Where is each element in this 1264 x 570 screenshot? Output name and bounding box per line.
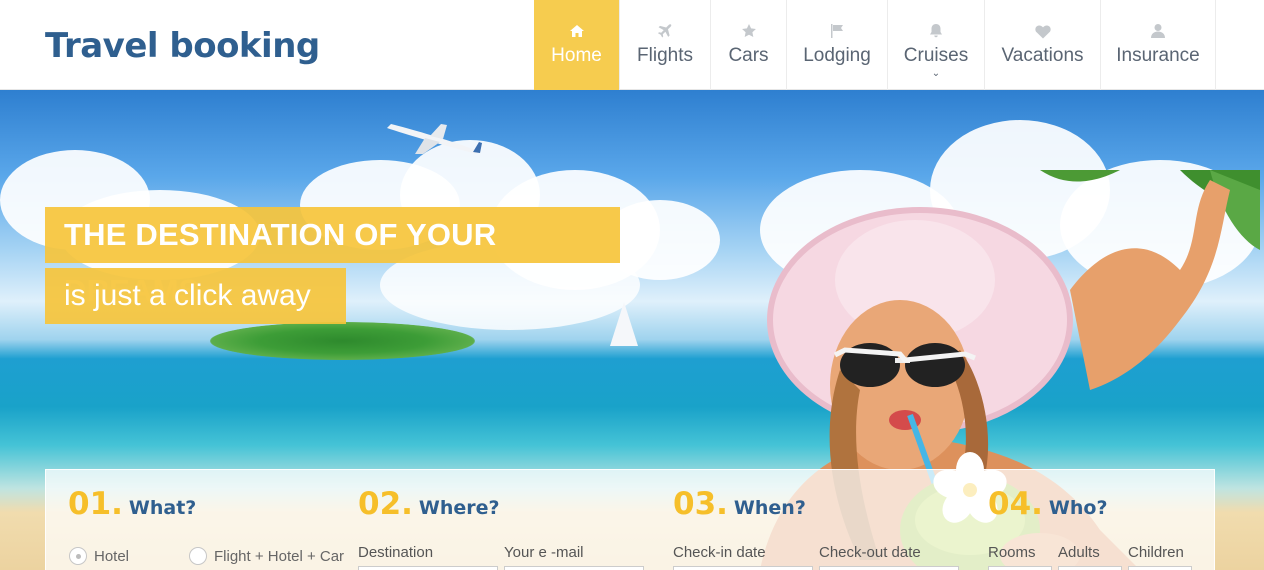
nav-label-insurance: Insurance [1116, 45, 1200, 66]
rooms-label: Rooms [988, 544, 1036, 561]
step-number: 02 [358, 486, 402, 522]
destination-field[interactable] [358, 566, 498, 570]
search-panel: 01. What? 02. Where? 03. When? 04. Who? … [45, 469, 1215, 570]
nav-label-cruises: Cruises [903, 45, 969, 66]
heart-icon [1033, 22, 1053, 40]
site-logo[interactable]: Travel booking [45, 26, 320, 66]
step-number: 01 [68, 486, 112, 522]
bell-icon [926, 22, 946, 40]
island-illustration [210, 322, 475, 360]
star-icon [739, 22, 759, 40]
nav-label-lodging: Lodging [803, 45, 871, 66]
main-nav: Home Flights Cars Lodging Cruises ⌄ Vaca… [534, 0, 1216, 90]
radio-flight-hotel-car[interactable] [189, 547, 207, 565]
step-where: 02. Where? [358, 486, 500, 522]
step-number: 04 [988, 486, 1032, 522]
step-number: 03 [673, 486, 717, 522]
email-field[interactable] [504, 566, 644, 570]
children-label: Children [1128, 544, 1184, 561]
hero-headline: THE DESTINATION OF YOUR DREAMS [45, 207, 620, 308]
chevron-down-icon: ⌄ [931, 68, 941, 79]
sailboat-illustration [610, 302, 638, 346]
nav-label-home: Home [551, 45, 602, 66]
step-what: 01. What? [68, 486, 197, 522]
checkout-label: Check-out date [819, 544, 921, 561]
hero-subline: is just a click away [45, 268, 346, 324]
hero-banner: THE DESTINATION OF YOUR DREAMS is just a… [0, 90, 1264, 570]
nav-label-cars: Cars [728, 45, 769, 66]
nav-item-vacations[interactable]: Vacations [985, 0, 1101, 90]
email-label: Your e -mail [504, 544, 584, 561]
children-select[interactable] [1128, 566, 1192, 570]
checkout-date-field[interactable] [819, 566, 959, 570]
step-title: When? [733, 497, 806, 519]
nav-item-home[interactable]: Home [534, 0, 620, 90]
step-title: Where? [418, 497, 500, 519]
adults-select[interactable] [1058, 566, 1122, 570]
step-title: What? [128, 497, 197, 519]
checkin-label: Check-in date [673, 544, 766, 561]
rooms-select[interactable] [988, 566, 1052, 570]
user-icon [1148, 22, 1168, 40]
nav-label-vacations: Vacations [1001, 45, 1084, 66]
nav-item-insurance[interactable]: Insurance [1101, 0, 1216, 90]
nav-label-flights: Flights [637, 45, 693, 66]
nav-item-flights[interactable]: Flights [620, 0, 711, 90]
site-header: Travel booking Home Flights Cars Lodging [0, 0, 1264, 90]
destination-label: Destination [358, 544, 434, 561]
radio-flight-hotel-car-label: Flight + Hotel + Car [214, 548, 345, 565]
step-when: 03. When? [673, 486, 806, 522]
nav-item-lodging[interactable]: Lodging [787, 0, 888, 90]
adults-label: Adults [1058, 544, 1100, 561]
radio-hotel[interactable] [69, 547, 87, 565]
step-who: 04. Who? [988, 486, 1108, 522]
flag-icon [827, 22, 847, 40]
checkin-date-field[interactable] [673, 566, 813, 570]
nav-item-cars[interactable]: Cars [711, 0, 787, 90]
airplane-illustration [387, 124, 482, 154]
plane-icon [655, 22, 675, 40]
step-title: Who? [1048, 497, 1108, 519]
radio-hotel-label: Hotel [94, 548, 130, 565]
nav-item-cruises[interactable]: Cruises ⌄ [888, 0, 985, 90]
home-icon [567, 22, 587, 40]
